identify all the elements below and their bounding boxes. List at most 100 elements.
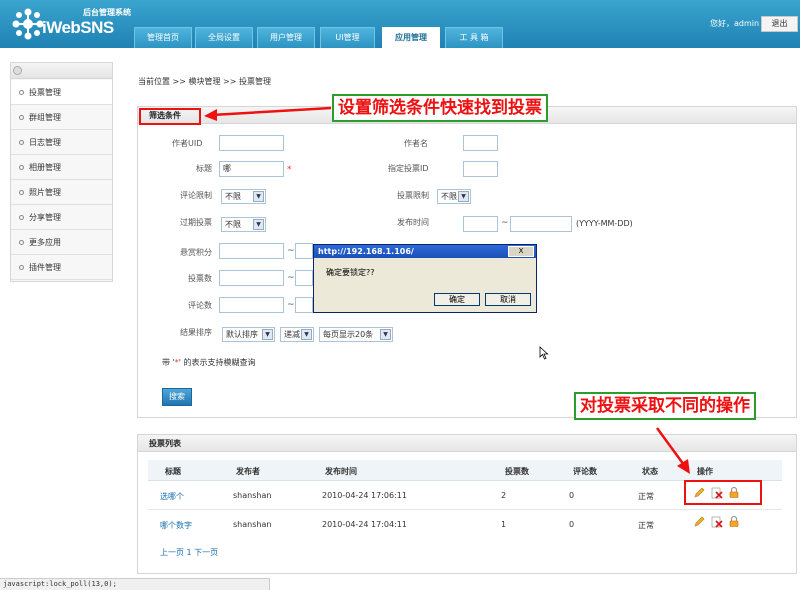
bullet-icon [19, 90, 24, 95]
select-value: 每页显示20条 [323, 330, 374, 339]
publish-time-label: 发布时间 [397, 218, 429, 227]
bullet-icon [19, 190, 24, 195]
tab-admin-home[interactable]: 管理首页 [134, 27, 192, 48]
reward-max-input[interactable] [295, 243, 313, 259]
select-value: 不限 [441, 192, 457, 201]
comment-limit-label: 评论限制 [180, 191, 212, 200]
per-page-select[interactable]: 每页显示20条 ▼ [319, 327, 393, 342]
vote-limit-select[interactable]: 不限 ▼ [437, 189, 471, 204]
vote-title-link[interactable]: 哪个数字 [160, 520, 192, 531]
publisher-cell: shanshan [233, 520, 272, 529]
fuzzy-marker: * [287, 165, 292, 175]
sidebar-item-album[interactable]: 相册管理 [11, 155, 112, 180]
votes-cell: 2 [501, 491, 507, 500]
sidebar-item-label: 投票管理 [29, 88, 61, 97]
sidebar-item-more-apps[interactable]: 更多应用 [11, 230, 112, 255]
select-value: 默认排序 [226, 330, 258, 339]
tab-global-settings[interactable]: 全局设置 [195, 27, 253, 48]
status-cell: 正常 [638, 492, 654, 501]
sidebar-header [11, 63, 112, 79]
sidebar-item-label: 日志管理 [29, 138, 61, 147]
delete-icon[interactable] [711, 516, 723, 528]
confirm-dialog: http://192.168.1.106/ X 确定要锁定?? 确定 取消 [313, 244, 537, 313]
select-value: 不限 [225, 192, 241, 201]
bullet-icon [19, 265, 24, 270]
logo-text: iWebSNS [42, 18, 114, 37]
date-format-hint: (YYYY-MM-DD) [576, 219, 633, 228]
publish-time-start-input[interactable] [463, 216, 498, 232]
publish-time-end-input[interactable] [510, 216, 572, 232]
bullet-icon [19, 215, 24, 220]
comments-cell: 0 [569, 491, 575, 500]
browser-status-bar: javascript:lock_poll(13,0); [0, 578, 270, 590]
title-label: 标题 [196, 164, 212, 173]
author-name-input[interactable] [463, 135, 498, 151]
select-value: 不限 [225, 220, 241, 229]
expired-select[interactable]: 不限 ▼ [221, 217, 266, 232]
sidebar-item-vote[interactable]: 投票管理 [11, 80, 112, 105]
edit-pencil-icon[interactable] [693, 516, 705, 528]
author-name-label: 作者名 [404, 139, 428, 148]
comment-limit-select[interactable]: 不限 ▼ [221, 189, 266, 204]
vote-limit-label: 投票限制 [397, 191, 429, 200]
pagination[interactable]: 上一页 1 下一页 [160, 547, 218, 558]
tab-user-management[interactable]: 用户管理 [257, 27, 315, 48]
sidebar-item-label: 更多应用 [29, 238, 61, 247]
author-uid-label: 作者UID [172, 139, 203, 148]
reward-min-input[interactable] [219, 243, 284, 259]
author-uid-input[interactable] [219, 135, 284, 151]
row-divider [148, 509, 782, 510]
sidebar-item-label: 相册管理 [29, 163, 61, 172]
dialog-titlebar[interactable]: http://192.168.1.106/ [314, 245, 536, 258]
sidebar-item-group[interactable]: 群组管理 [11, 105, 112, 130]
vote-list-header: 投票列表 [138, 435, 796, 452]
votes-cell: 1 [501, 520, 507, 529]
sidebar: 投票管理 群组管理 日志管理 相册管理 照片管理 分享管理 更多应用 插件管理 [10, 62, 113, 282]
title-input[interactable]: 哪 [219, 161, 284, 177]
filter-highlight-box [139, 108, 201, 125]
sort-label: 结果排序 [180, 328, 212, 337]
range-separator: ~ [287, 273, 295, 283]
sidebar-item-share[interactable]: 分享管理 [11, 205, 112, 230]
logo-subtitle: 后台管理系统 [83, 8, 131, 17]
chevron-down-icon: ▼ [253, 219, 264, 230]
vote-list-title: 投票列表 [149, 439, 181, 448]
tab-toolbox[interactable]: 工 具 箱 [445, 27, 503, 48]
logout-button[interactable]: 退出 [761, 16, 798, 32]
sidebar-item-blog[interactable]: 日志管理 [11, 130, 112, 155]
sidebar-item-photo[interactable]: 照片管理 [11, 180, 112, 205]
column-header-comments: 评论数 [573, 467, 597, 476]
lock-icon[interactable] [728, 515, 740, 527]
tab-app-management[interactable]: 应用管理 [382, 27, 440, 48]
status-cell: 正常 [638, 521, 654, 530]
dialog-close-button[interactable]: X [508, 246, 534, 257]
comment-count-label: 评论数 [188, 301, 212, 310]
sidebar-item-label: 群组管理 [29, 113, 61, 122]
range-separator: ~ [287, 246, 295, 256]
sort-by-select[interactable]: 默认排序 ▼ [222, 327, 275, 342]
actions-highlight-box [684, 480, 762, 505]
vote-id-input[interactable] [463, 161, 498, 177]
dialog-message: 确定要锁定?? [326, 268, 375, 277]
user-greeting: 您好，admin [710, 19, 760, 28]
collapse-handle-icon[interactable] [13, 66, 22, 75]
tab-ui-management[interactable]: UI管理 [320, 27, 375, 48]
dialog-cancel-button[interactable]: 取消 [485, 293, 531, 306]
chevron-down-icon: ▼ [262, 329, 273, 340]
range-separator: ~ [287, 300, 295, 310]
vote-title-link[interactable]: 选哪个 [160, 491, 184, 502]
search-button[interactable]: 搜索 [162, 388, 192, 406]
comment-count-min-input[interactable] [219, 297, 284, 313]
actions-callout: 对投票采取不同的操作 [574, 392, 756, 420]
expired-label: 过期投票 [180, 218, 212, 227]
comment-count-max-input[interactable] [295, 297, 313, 313]
dialog-ok-button[interactable]: 确定 [434, 293, 480, 306]
sort-order-select[interactable]: 递减 ▼ [280, 327, 314, 342]
vote-count-min-input[interactable] [219, 270, 284, 286]
sidebar-item-plugins[interactable]: 插件管理 [11, 255, 112, 280]
sidebar-item-label: 分享管理 [29, 213, 61, 222]
vote-count-max-input[interactable] [295, 270, 313, 286]
fuzzy-note-prefix: 带 ' [162, 358, 175, 367]
vote-count-label: 投票数 [188, 274, 212, 283]
bullet-icon [19, 140, 24, 145]
